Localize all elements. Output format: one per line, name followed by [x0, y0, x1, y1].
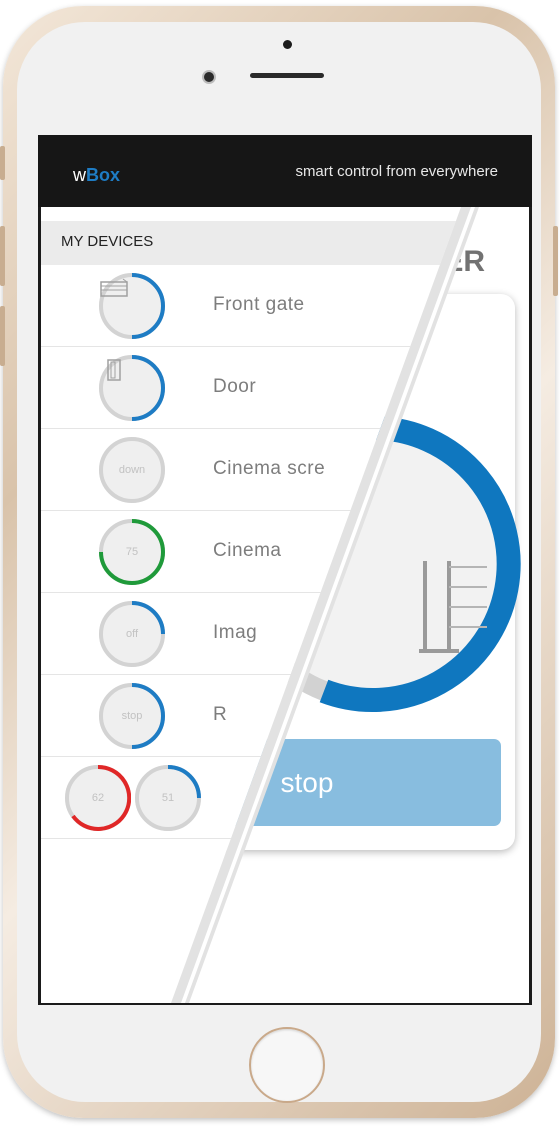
device-status-ring: off: [99, 601, 165, 667]
device-status-value-b: 51: [161, 792, 175, 804]
device-name: Door: [213, 376, 257, 397]
stop-button-label: stop: [280, 766, 334, 798]
device-name: Front gate: [213, 294, 305, 315]
app-content: TER stop MY DEVICES Front gate Door down…: [41, 207, 529, 1003]
earpiece-speaker: [250, 73, 324, 78]
volume-button: [0, 146, 5, 180]
device-status-ring-b: 51: [135, 765, 201, 831]
device-status-value-a: 62: [91, 792, 105, 804]
device-list-title: MY DEVICES: [61, 233, 154, 250]
phone-screen: wBox smart control from everywhere TER s…: [38, 135, 532, 1005]
device-status-value: stop: [121, 710, 143, 722]
app-logo: wBox: [73, 165, 121, 185]
device-status-ring: [99, 273, 165, 339]
device-name: Cinema: [213, 540, 282, 561]
volume-up-button: [0, 226, 5, 286]
device-name: Imag: [213, 622, 258, 643]
device-status-value: down: [118, 464, 146, 476]
volume-down-button: [0, 306, 5, 366]
front-camera: [202, 70, 216, 84]
device-status-value: off: [125, 628, 139, 640]
app-header: wBox smart control from everywhere: [38, 135, 532, 207]
device-name: R: [213, 704, 228, 725]
device-status-value: 75: [125, 546, 139, 558]
proximity-sensor: [283, 40, 292, 49]
device-status-ring: 75: [99, 519, 165, 585]
power-button: [553, 226, 558, 296]
device-name: Cinema scre: [213, 458, 326, 479]
device-status-ring-a: 62: [65, 765, 131, 831]
gate-icon: [100, 278, 128, 297]
device-status-ring: down: [99, 437, 165, 503]
home-button[interactable]: [249, 1027, 325, 1103]
device-status-ring: [99, 355, 165, 421]
device-status-ring: stop: [99, 683, 165, 749]
app-tagline: smart control from everywhere: [295, 163, 498, 180]
door-icon: [107, 359, 121, 381]
shutter-icon: [419, 561, 487, 653]
